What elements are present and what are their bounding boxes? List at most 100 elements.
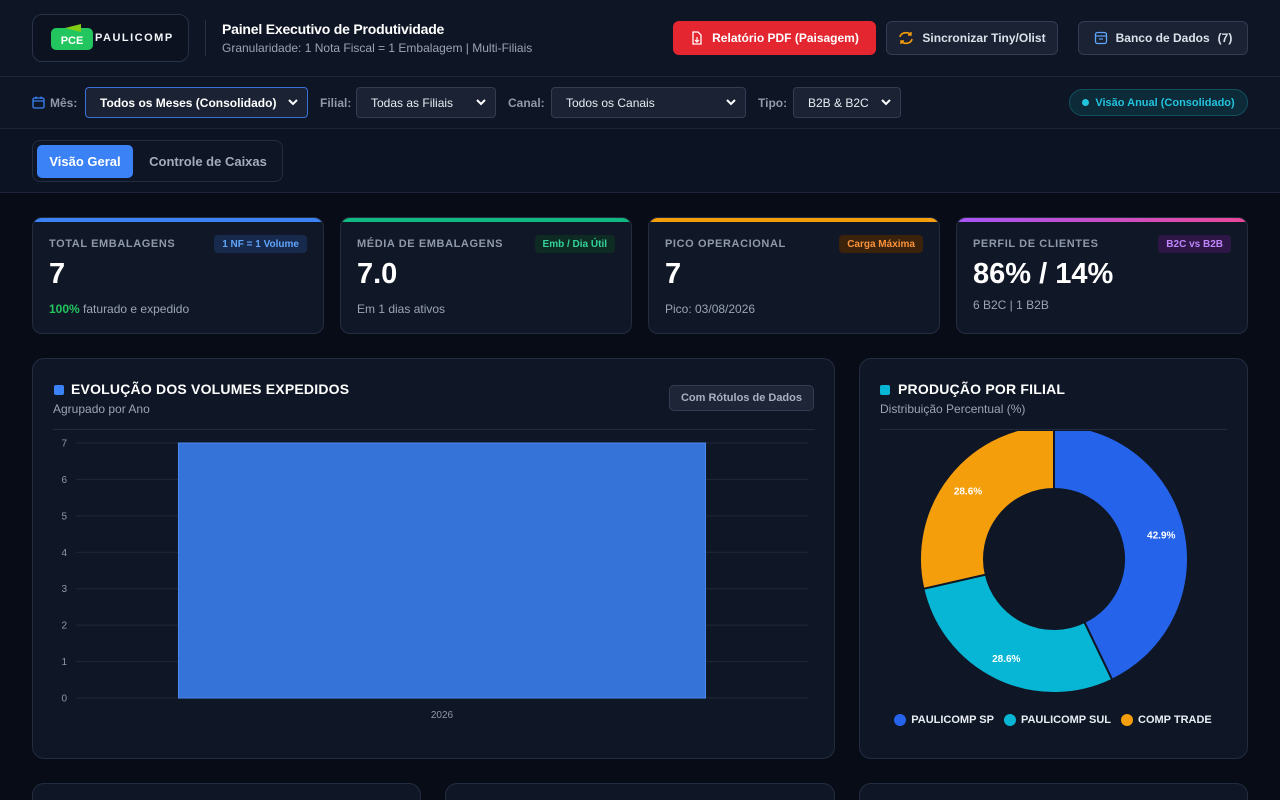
kpi-badge: 1 NF = 1 Volume: [214, 235, 307, 253]
panel-title: EVOLUÇÃO DOS VOLUMES EXPEDIDOS: [71, 381, 350, 397]
database-count: (7): [1217, 31, 1233, 45]
month-filter-label: Mês:: [50, 96, 78, 110]
kpi-footnote: 6 B2C | 1 B2B: [973, 298, 1049, 312]
pdf-report-button[interactable]: Relatório PDF (Paisagem): [673, 21, 876, 55]
logo-text: PAULICOMP: [95, 32, 174, 44]
chevron-down-icon: [726, 99, 736, 106]
file-pdf-icon: [692, 31, 702, 45]
sync-icon: [899, 31, 914, 45]
panel-divider: [880, 429, 1227, 430]
logo-mark-icon: PCE: [51, 24, 93, 50]
channel-select-value: Todos os Canais: [566, 95, 655, 110]
logo: PCE PAULICOMP: [32, 14, 189, 62]
kpi-footnote: 100% faturado e expedido: [49, 302, 189, 316]
filter-bar: Mês: Todos os Meses (Consolidado) Filial…: [0, 77, 1280, 129]
legend-item[interactable]: COMP TRADE: [1121, 714, 1212, 726]
x-tick-label: 2026: [431, 710, 454, 721]
sync-button[interactable]: Sincronizar Tiny/Olist: [886, 21, 1058, 55]
legend-item[interactable]: PAULICOMP SP: [894, 714, 994, 726]
page-subtitle: Granularidade: 1 Nota Fiscal = 1 Embalag…: [222, 41, 533, 55]
tab-bar: Visão Geral Controle de Caixas: [0, 129, 1280, 193]
kpi-accent-bar: [649, 218, 939, 222]
slice-data-label: 42.9%: [1147, 531, 1175, 542]
tab-group: Visão Geral Controle de Caixas: [32, 140, 283, 182]
channel-select[interactable]: Todos os Canais: [551, 87, 746, 118]
panel-divider: [53, 429, 815, 430]
kpi-value: 7.0: [357, 258, 398, 290]
legend-label: PAULICOMP SP: [911, 714, 994, 726]
bottom-card: [32, 783, 421, 800]
tab-overview[interactable]: Visão Geral: [37, 145, 133, 178]
branch-select-value: Todas as Filiais: [371, 95, 454, 110]
y-tick-label: 2: [61, 621, 67, 632]
kpi-value: 7: [49, 258, 66, 290]
type-filter-label: Tipo:: [758, 96, 788, 110]
kpi-badge: B2C vs B2B: [1158, 235, 1231, 253]
app-header: PCE PAULICOMP Painel Executivo de Produt…: [0, 0, 1280, 77]
kpi-average-packages: MÉDIA DE EMBALAGENS Emb / Dia Útil 7.0 E…: [340, 217, 632, 334]
kpi-badge: Emb / Dia Útil: [534, 235, 615, 253]
kpi-accent-bar: [341, 218, 631, 222]
kpi-footnote-text: faturado e expedido: [83, 302, 190, 316]
legend-label: COMP TRADE: [1138, 714, 1212, 726]
bar-data-label: 7: [439, 431, 444, 433]
legend-swatch: [894, 714, 907, 726]
chevron-down-icon: [288, 99, 298, 106]
chevron-down-icon: [476, 99, 486, 106]
panel-subtitle: Agrupado por Ano: [53, 402, 150, 416]
y-tick-label: 5: [61, 511, 67, 522]
y-tick-label: 7: [61, 439, 67, 450]
y-tick-label: 0: [61, 694, 67, 705]
annual-view-label: Visão Anual (Consolidado): [1095, 96, 1235, 109]
slice-data-label: 28.6%: [954, 486, 982, 497]
status-dot: [1082, 99, 1090, 106]
y-tick-label: 1: [61, 657, 67, 668]
annual-view-badge: Visão Anual (Consolidado): [1069, 89, 1248, 116]
kpi-value: 7: [665, 258, 682, 290]
kpi-accent-bar: [33, 218, 323, 222]
kpi-badge: Carga Máxima: [839, 235, 923, 253]
chevron-down-icon: [881, 99, 891, 106]
header-divider: [205, 20, 206, 56]
chart-legend: PAULICOMP SP PAULICOMP SUL COMP TRADE: [860, 714, 1246, 726]
kpi-label: MÉDIA DE EMBALAGENS: [357, 238, 504, 250]
database-icon: [1094, 31, 1107, 45]
legend-item[interactable]: PAULICOMP SUL: [1003, 714, 1111, 726]
panel-subtitle: Distribuição Percentual (%): [880, 402, 1026, 416]
type-select-value: B2B & B2C: [808, 95, 869, 110]
branch-filter-label: Filial:: [320, 96, 352, 110]
branch-chart-panel: PRODUÇÃO POR FILIAL Distribuição Percent…: [859, 358, 1248, 759]
legend-swatch: [1003, 714, 1016, 726]
volume-chart-panel: EVOLUÇÃO DOS VOLUMES EXPEDIDOS Agrupado …: [32, 358, 835, 759]
donut-slice: [922, 573, 1114, 694]
database-button[interactable]: Banco de Dados (7): [1078, 21, 1248, 55]
bottom-card: [859, 783, 1248, 800]
pdf-report-label: Relatório PDF (Paisagem): [712, 31, 859, 45]
database-label: Banco de Dados: [1115, 31, 1210, 45]
kpi-total-packages: TOTAL EMBALAGENS 1 NF = 1 Volume 7 100% …: [32, 217, 324, 334]
kpi-label: PERFIL DE CLIENTES: [973, 238, 1099, 250]
y-tick-label: 6: [61, 475, 67, 486]
channel-filter-label: Canal:: [508, 96, 545, 110]
panel-title: PRODUÇÃO POR FILIAL: [898, 381, 1066, 397]
page-title: Painel Executivo de Produtividade: [222, 21, 445, 37]
branch-select[interactable]: Todas as Filiais: [356, 87, 496, 118]
panel-marker: [880, 385, 890, 395]
calendar-icon: [32, 96, 45, 109]
legend-swatch: [1121, 714, 1133, 726]
month-select-value: Todos os Meses (Consolidado): [100, 95, 277, 110]
kpi-accent-bar: [957, 218, 1247, 222]
bar: [177, 442, 707, 699]
volume-bar-chart: 0 1 2 3 4 5 6 7 7 2026: [61, 431, 808, 721]
kpi-value: 86% / 14%: [973, 258, 1114, 290]
kpi-label: PICO OPERACIONAL: [665, 238, 786, 250]
data-labels-toggle[interactable]: Com Rótulos de Dados: [669, 385, 814, 411]
svg-text:PCE: PCE: [61, 35, 84, 47]
donut-slice: [919, 431, 1055, 591]
branch-donut-chart: 42.9% 28.6% 28.6%: [919, 431, 1189, 694]
month-select[interactable]: Todos os Meses (Consolidado): [85, 87, 308, 118]
tab-box-control[interactable]: Controle de Caixas: [137, 145, 279, 178]
type-select[interactable]: B2B & B2C: [793, 87, 901, 118]
kpi-label: TOTAL EMBALAGENS: [49, 238, 176, 250]
y-tick-label: 3: [61, 584, 67, 595]
